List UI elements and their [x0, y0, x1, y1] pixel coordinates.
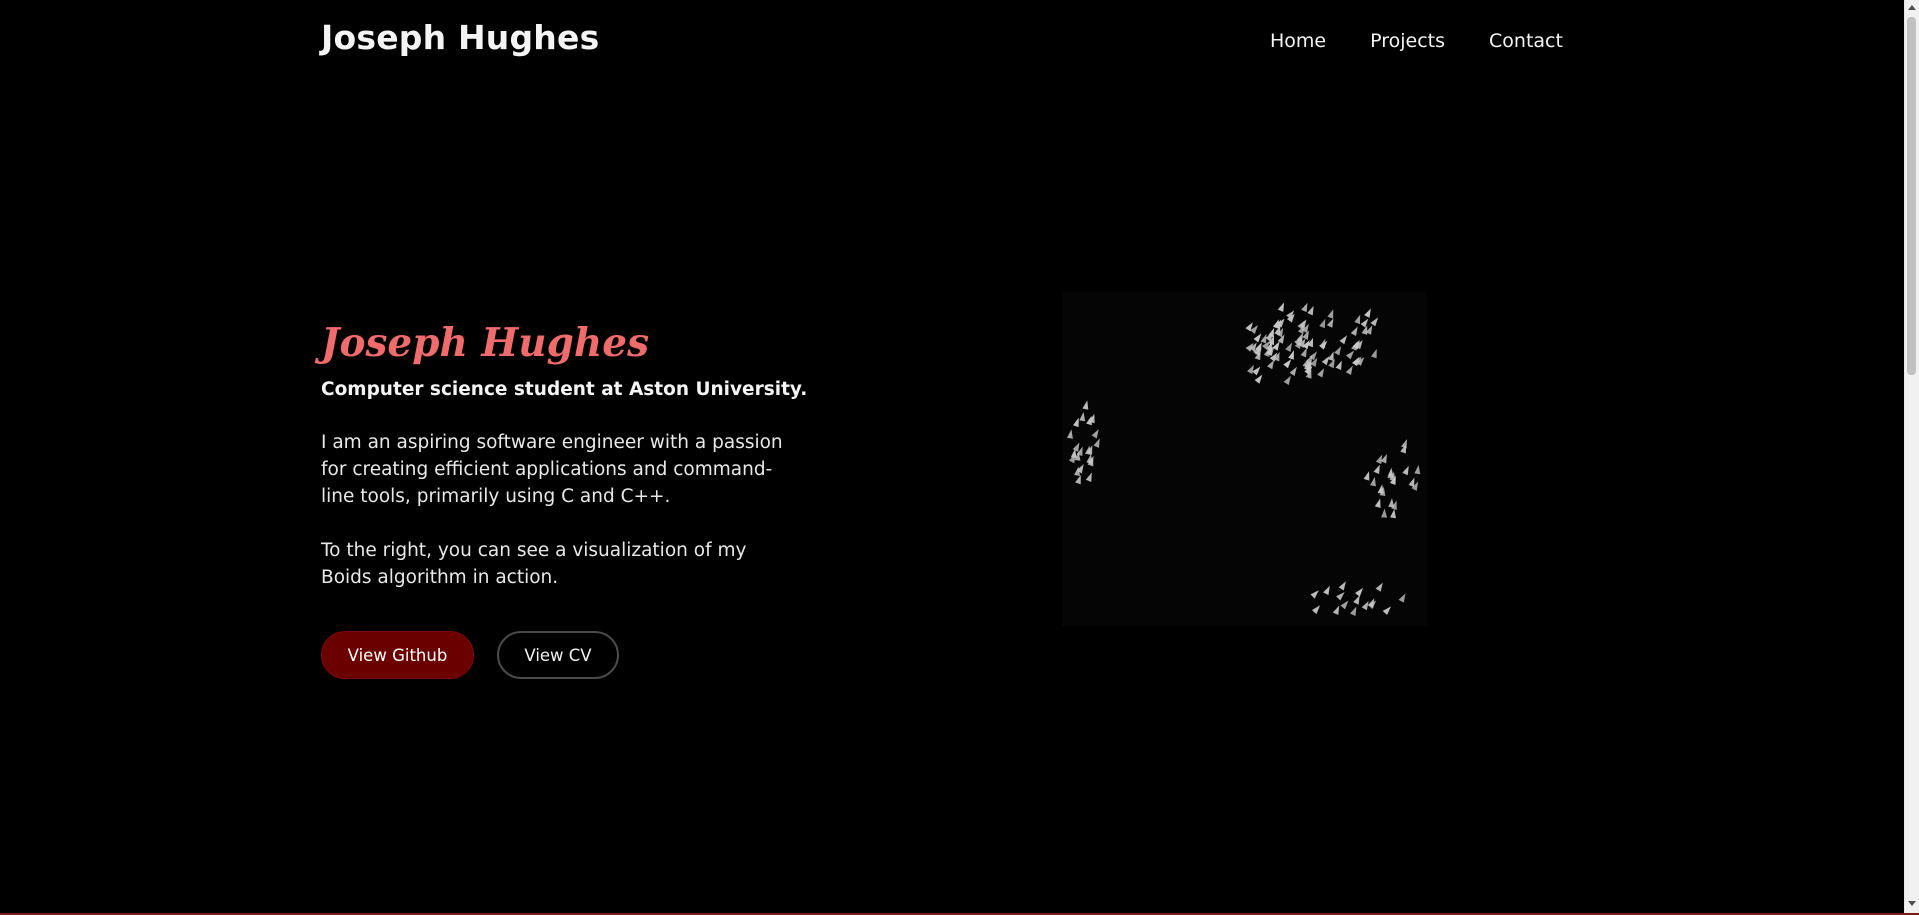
site-title[interactable]: Joseph Hughes — [321, 18, 599, 57]
boid — [1360, 318, 1369, 328]
boid — [1301, 302, 1308, 313]
boid — [1402, 465, 1409, 476]
boid — [1326, 318, 1334, 328]
boid — [1363, 471, 1370, 481]
boid — [1370, 476, 1376, 487]
boid — [1079, 411, 1086, 422]
boid — [1354, 314, 1361, 325]
boid — [1252, 366, 1261, 376]
boid — [1289, 366, 1297, 376]
view-cv-button[interactable]: View CV — [497, 631, 619, 679]
boid — [1307, 305, 1314, 316]
scroll-up-arrow-icon[interactable] — [1908, 5, 1916, 10]
boid — [1374, 498, 1381, 508]
boids-canvas — [1062, 292, 1427, 626]
boid — [1310, 590, 1319, 599]
boid — [1319, 318, 1326, 329]
boid — [1382, 606, 1391, 615]
nav-contact-link[interactable]: Contact — [1489, 30, 1563, 52]
boid — [1283, 375, 1291, 385]
boid — [1311, 605, 1321, 615]
nav-projects-link[interactable]: Projects — [1370, 30, 1445, 52]
boid — [1323, 585, 1330, 596]
boid — [1085, 472, 1092, 483]
boid — [1332, 605, 1340, 615]
intro-paragraph: I am an aspiring software engineer with … — [321, 432, 783, 507]
boid — [1373, 464, 1380, 475]
boid — [1285, 342, 1292, 353]
boid — [1355, 587, 1364, 597]
page: Joseph Hughes Home Projects Contact Jose… — [0, 0, 1904, 913]
boid — [1319, 338, 1326, 349]
boid — [1350, 326, 1358, 336]
boid — [1300, 347, 1307, 358]
boid — [1398, 593, 1406, 603]
hero-name: Joseph Hughes — [321, 320, 650, 366]
boid — [1346, 350, 1355, 360]
boid — [1317, 368, 1325, 378]
boid — [1066, 429, 1073, 439]
boid — [1375, 582, 1383, 592]
boid — [1091, 429, 1099, 439]
boid — [1414, 464, 1421, 475]
hero-subtitle: Computer science student at Aston Univer… — [321, 379, 808, 400]
nav-home-link[interactable]: Home — [1270, 30, 1326, 52]
boid — [1335, 360, 1342, 371]
boid — [1277, 302, 1285, 312]
scroll-down-arrow-icon[interactable] — [1908, 901, 1916, 906]
boid — [1370, 348, 1377, 359]
boid — [1364, 308, 1371, 318]
boid — [1345, 365, 1353, 376]
boid — [1380, 453, 1387, 464]
scroll-thumb[interactable] — [1907, 17, 1916, 375]
boid — [1350, 606, 1357, 616]
boid — [1336, 591, 1345, 601]
boid — [1339, 335, 1348, 345]
boids-description-paragraph: To the right, you can see a visualizatio… — [321, 540, 747, 588]
boid — [1327, 309, 1334, 319]
page-scrollbar[interactable] — [1904, 0, 1919, 913]
main-nav: Home Projects Contact — [1270, 30, 1563, 52]
boid — [1381, 508, 1388, 518]
boid — [1072, 417, 1079, 428]
boid — [1338, 581, 1346, 591]
boid — [1334, 346, 1342, 356]
boid — [1370, 317, 1379, 327]
boid — [1267, 359, 1275, 370]
boid — [1340, 600, 1349, 610]
boid — [1390, 508, 1396, 519]
view-github-button[interactable]: View Github — [321, 631, 474, 679]
boids-visualization — [1066, 302, 1421, 616]
boid — [1093, 438, 1100, 448]
boid — [1353, 595, 1360, 605]
boid — [1082, 400, 1089, 410]
